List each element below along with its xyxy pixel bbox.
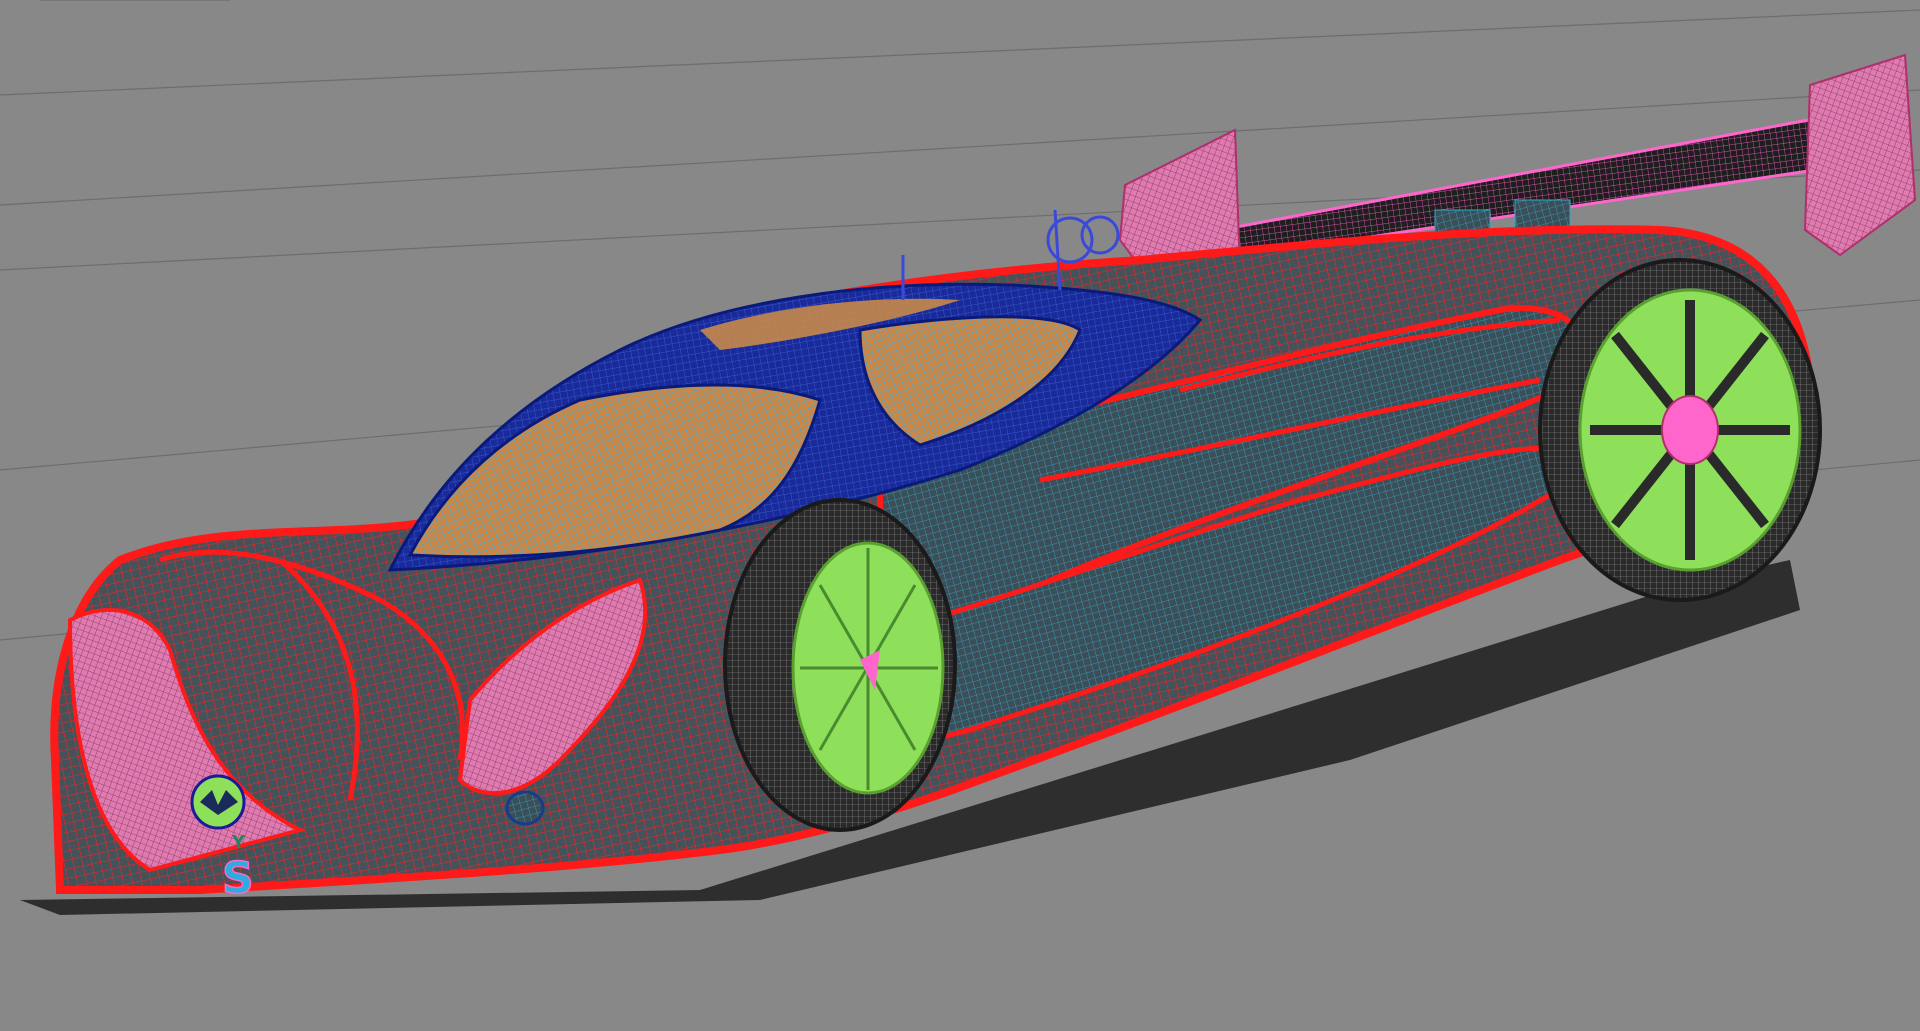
- fog-light: [505, 790, 545, 826]
- badge-letter-s: S: [222, 853, 254, 904]
- front-wheel[interactable]: [723, 498, 957, 832]
- badge-logo: [190, 774, 246, 830]
- badge-letter-y: Y: [231, 832, 246, 853]
- rear-wing-endplate-right: [1803, 53, 1917, 257]
- rear-hub: [1661, 395, 1719, 465]
- rear-wheel[interactable]: [1538, 258, 1822, 602]
- viewport[interactable]: Y S: [0, 0, 1920, 1031]
- viewport-canvas[interactable]: Y S: [0, 0, 1920, 1031]
